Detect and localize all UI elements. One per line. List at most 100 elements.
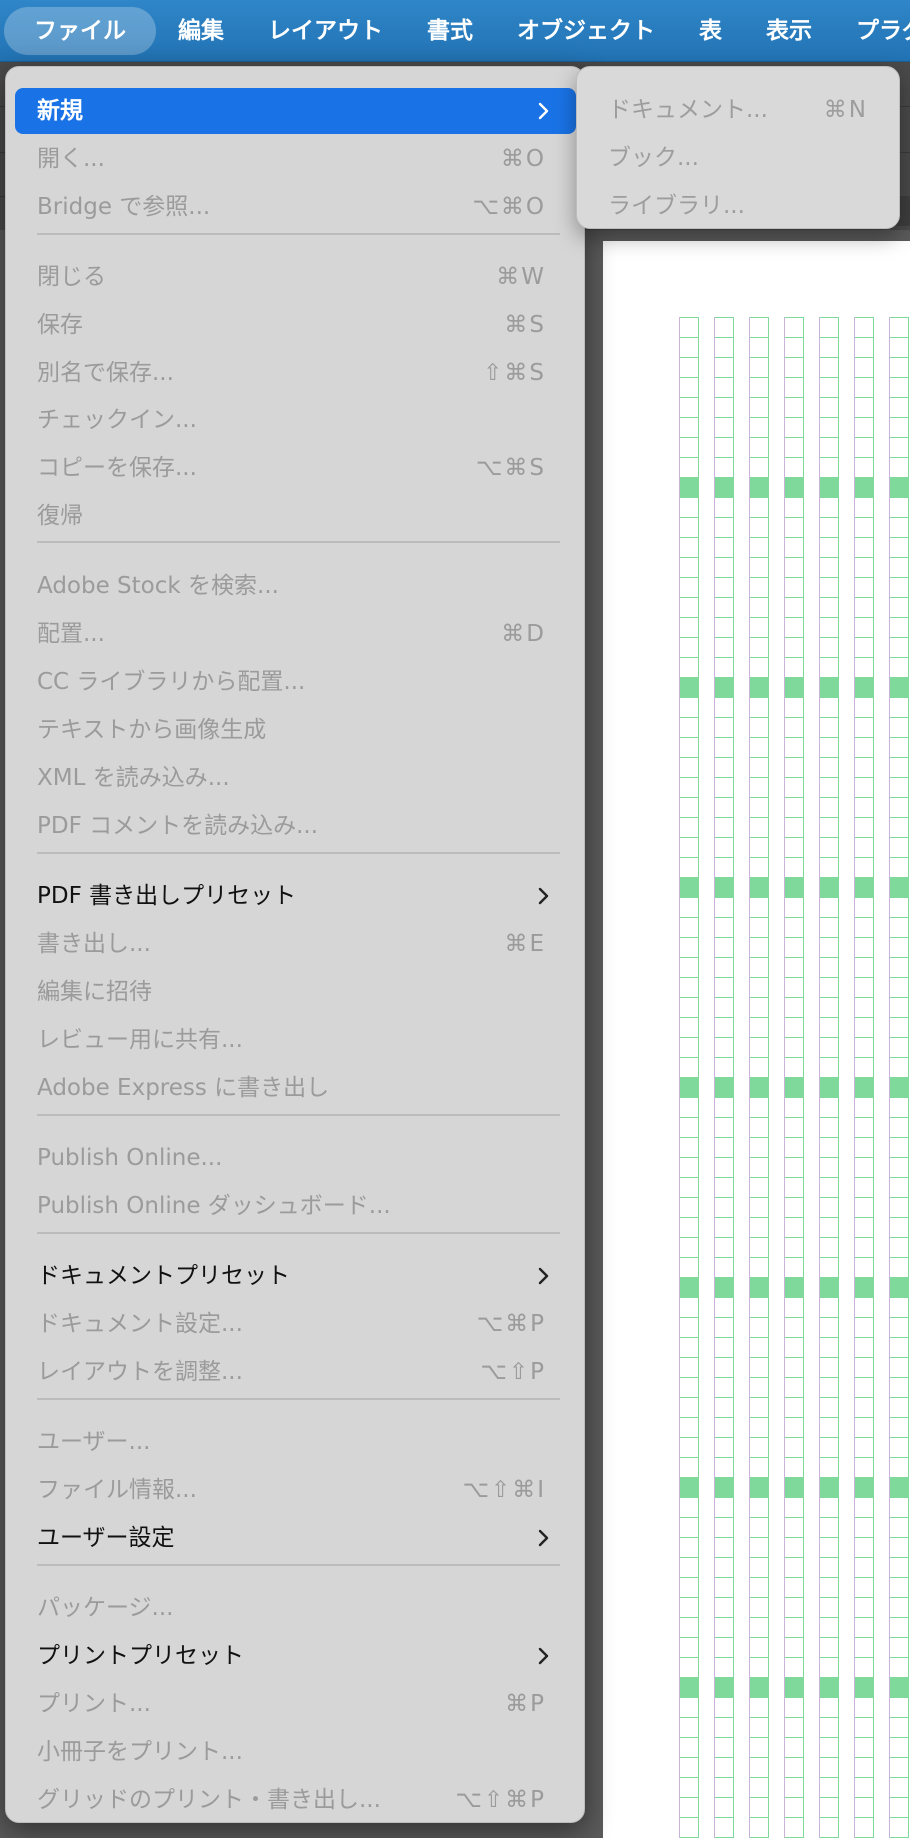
menu-item-export[interactable]: 書き出し... ⌘E: [15, 921, 576, 967]
grid-cell: [749, 1337, 769, 1358]
grid-cell: [889, 897, 909, 918]
menu-item-label: 小冊子をプリント...: [37, 1739, 243, 1765]
grid-cell: [819, 1497, 839, 1518]
grid-cell: [749, 1557, 769, 1578]
grid-cell: [854, 317, 874, 338]
menu-item-export-to-adobe-express[interactable]: Adobe Express に書き出し: [15, 1065, 576, 1111]
menu-item-publish-online-dashboard[interactable]: Publish Online ダッシュボード...: [15, 1183, 576, 1229]
submenu-item-book[interactable]: ブック...: [586, 135, 890, 181]
grid-cell: [854, 617, 874, 638]
menu-plugins[interactable]: プラグ: [834, 7, 910, 55]
grid-cell: [714, 1397, 734, 1418]
grid-cell: [714, 877, 734, 898]
grid-cell: [679, 957, 699, 978]
grid-cell: [889, 1177, 909, 1198]
menu-item-print-booklet[interactable]: 小冊子をプリント...: [15, 1729, 576, 1775]
menu-item-label: PDF 書き出しプリセット: [37, 883, 297, 909]
grid-cell: [714, 957, 734, 978]
grid-cell: [714, 597, 734, 618]
menu-item-open[interactable]: 開く... ⌘O: [15, 136, 576, 182]
grid-cell: [854, 1757, 874, 1778]
submenu-item-library[interactable]: ライブラリ...: [586, 183, 890, 229]
grid-cell: [784, 477, 804, 498]
grid-cell: [679, 1337, 699, 1358]
menu-item-save-copy[interactable]: コピーを保存... ⌥⌘S: [15, 445, 576, 491]
menu-item-package[interactable]: パッケージ...: [15, 1585, 576, 1631]
menu-item-new[interactable]: 新規: [15, 88, 576, 134]
grid-cell: [819, 1317, 839, 1338]
grid-cell: [749, 1717, 769, 1738]
menu-item-text-to-image[interactable]: テキストから画像生成: [15, 707, 576, 753]
menu-item-user-preferences[interactable]: ユーザー設定: [15, 1515, 576, 1561]
menu-table[interactable]: 表: [677, 7, 744, 55]
menu-edit[interactable]: 編集: [156, 7, 246, 55]
menu-item-close[interactable]: 閉じる ⌘W: [15, 254, 576, 300]
grid-cell: [784, 877, 804, 898]
grid-cell: [784, 1817, 804, 1838]
grid-cell: [819, 1277, 839, 1298]
menu-item-browse-in-bridge[interactable]: Bridge で参照... ⌥⌘O: [15, 184, 576, 230]
grid-cell: [749, 337, 769, 358]
grid-cell: [714, 1537, 734, 1558]
grid-cell: [819, 537, 839, 558]
grid-cell: [784, 1697, 804, 1718]
submenu-item-document[interactable]: ドキュメント... ⌘N: [586, 87, 890, 133]
menu-item-print[interactable]: プリント... ⌘P: [15, 1681, 576, 1727]
menu-item-label: レイアウトを調整...: [37, 1359, 243, 1385]
menu-item-publish-online[interactable]: Publish Online...: [15, 1135, 576, 1181]
grid-cell: [679, 1477, 699, 1498]
grid-cell: [784, 1277, 804, 1298]
grid-cell: [749, 597, 769, 618]
grid-cell: [854, 1577, 874, 1598]
grid-cell: [819, 1457, 839, 1478]
grid-cell: [714, 1557, 734, 1578]
grid-cell: [714, 937, 734, 958]
grid-cell: [819, 1557, 839, 1578]
grid-cell: [819, 577, 839, 598]
grid-cell: [749, 1277, 769, 1298]
grid-cell: [784, 1237, 804, 1258]
grid-cell: [819, 1577, 839, 1598]
menu-item-check-in[interactable]: チェックイン...: [15, 397, 576, 443]
menu-item-document-presets[interactable]: ドキュメントプリセット: [15, 1253, 576, 1299]
menu-item-revert[interactable]: 復帰: [15, 493, 576, 539]
menu-item-share-for-review[interactable]: レビュー用に共有...: [15, 1017, 576, 1063]
grid-cell: [679, 977, 699, 998]
menu-view[interactable]: 表示: [744, 7, 834, 55]
grid-cell: [889, 777, 909, 798]
menu-item-invite-to-edit[interactable]: 編集に招待: [15, 969, 576, 1015]
grid-cell: [784, 1477, 804, 1498]
grid-cell: [854, 817, 874, 838]
grid-cell: [889, 737, 909, 758]
menu-item-label: レビュー用に共有...: [37, 1027, 243, 1053]
grid-cell: [889, 1477, 909, 1498]
menu-item-import-xml[interactable]: XML を読み込み...: [15, 755, 576, 801]
menu-layout[interactable]: レイアウト: [246, 7, 405, 55]
menu-item-file-info[interactable]: ファイル情報... ⌥⇧⌘I: [15, 1467, 576, 1513]
menu-item-place[interactable]: 配置... ⌘D: [15, 611, 576, 657]
menu-item-save-as[interactable]: 別名で保存... ⇧⌘S: [15, 350, 576, 396]
menu-item-place-from-cc-libraries[interactable]: CC ライブラリから配置...: [15, 659, 576, 705]
menu-item-user[interactable]: ユーザー...: [15, 1419, 576, 1465]
grid-cell: [749, 1797, 769, 1818]
grid-cell: [784, 857, 804, 878]
menu-item-pdf-export-presets[interactable]: PDF 書き出しプリセット: [15, 873, 576, 919]
menu-item-search-adobe-stock[interactable]: Adobe Stock を検索...: [15, 563, 576, 609]
menu-item-label: ファイル情報...: [37, 1477, 197, 1503]
menu-item-print-export-grid[interactable]: グリッドのプリント・書き出し... ⌥⇧⌘P: [15, 1777, 576, 1823]
menu-item-save[interactable]: 保存 ⌘S: [15, 302, 576, 348]
menu-item-document-setup[interactable]: ドキュメント設定... ⌥⌘P: [15, 1301, 576, 1347]
grid-cell: [749, 1317, 769, 1338]
grid-cell: [819, 1117, 839, 1138]
menu-item-print-presets[interactable]: プリントプリセット: [15, 1633, 576, 1679]
menu-object[interactable]: オブジェクト: [495, 7, 677, 55]
menu-item-adjust-layout[interactable]: レイアウトを調整... ⌥⇧P: [15, 1349, 576, 1395]
menu-separator: [37, 541, 560, 543]
menu-item-import-pdf-comments[interactable]: PDF コメントを読み込み...: [15, 803, 576, 849]
menu-file[interactable]: ファイル: [4, 6, 156, 55]
grid-cell: [679, 1737, 699, 1758]
grid-cell: [819, 697, 839, 718]
menu-type[interactable]: 書式: [405, 7, 495, 55]
grid-cell: [679, 1577, 699, 1598]
grid-cell: [889, 597, 909, 618]
